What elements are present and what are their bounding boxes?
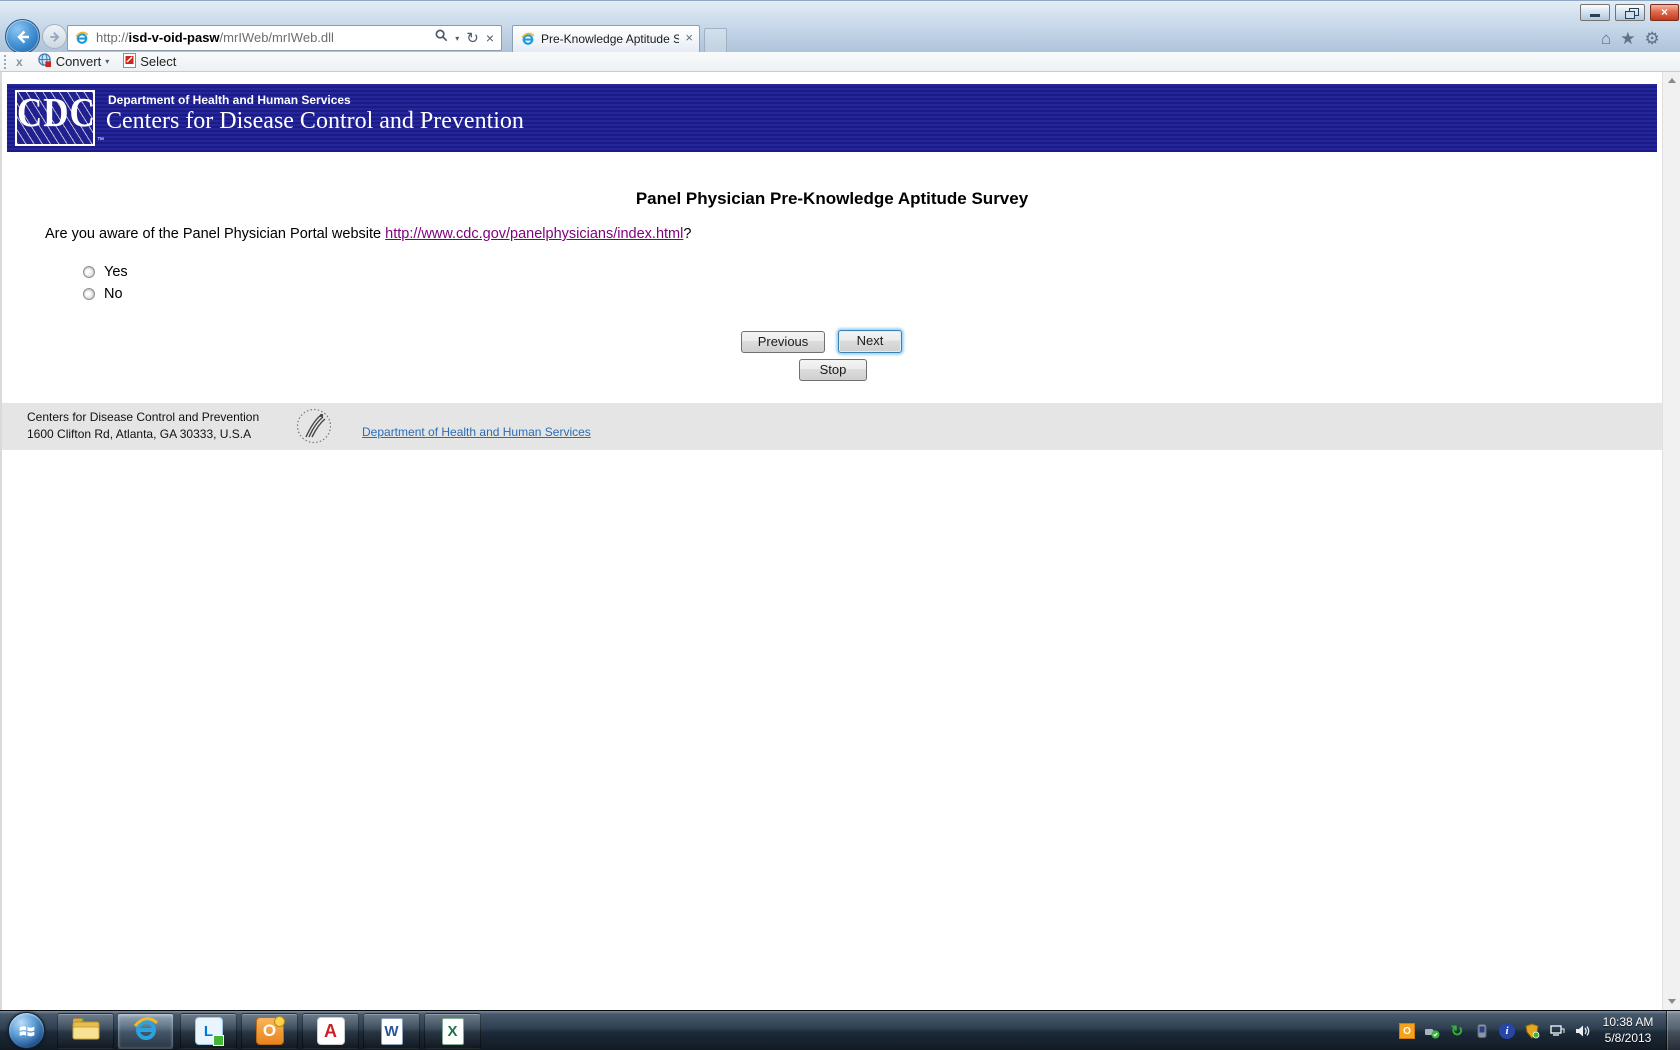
command-bar: x Convert ▾ Select xyxy=(0,52,1680,72)
window-close-button[interactable]: × xyxy=(1650,4,1679,21)
acrobat-reader-icon: A xyxy=(316,1017,345,1045)
back-button[interactable] xyxy=(5,19,40,54)
taskbar-word-button[interactable]: W xyxy=(363,1013,420,1049)
tray-usb-icon[interactable] xyxy=(1424,1023,1440,1039)
excel-icon: X xyxy=(441,1017,464,1045)
taskbar-ie-button[interactable] xyxy=(117,1013,174,1049)
explorer-folder-icon xyxy=(71,1016,101,1047)
tools-gear-icon[interactable]: ⚙ xyxy=(1645,29,1660,49)
page-footer: Centers for Disease Control and Preventi… xyxy=(2,403,1664,450)
next-button[interactable]: Next xyxy=(838,330,902,353)
home-icon[interactable]: ⌂ xyxy=(1601,29,1611,49)
select-button[interactable]: Select xyxy=(123,52,176,71)
radio-yes[interactable] xyxy=(83,266,95,278)
hhs-link[interactable]: Department of Health and Human Services xyxy=(362,425,591,439)
forward-button[interactable] xyxy=(42,24,67,49)
forward-arrow-icon xyxy=(43,25,66,48)
tray-outlook-icon[interactable]: O xyxy=(1399,1023,1415,1039)
tab-title: Pre-Knowledge Aptitude S... xyxy=(541,32,679,46)
option-no: No xyxy=(83,286,123,302)
select-document-icon xyxy=(123,52,137,71)
window-restore-button[interactable] xyxy=(1615,4,1645,21)
convert-dropdown-icon[interactable]: ▾ xyxy=(105,57,109,66)
trademark-symbol: ™ xyxy=(97,137,104,144)
tray-device-icon[interactable] xyxy=(1474,1023,1490,1039)
taskbar: L O A W X O ↻ i 10:38 AM 5/8/2013 xyxy=(0,1010,1680,1050)
previous-button[interactable]: Previous xyxy=(741,331,825,353)
system-tray: O ↻ i xyxy=(1340,1012,1590,1050)
hhs-eagle-logo xyxy=(294,406,334,451)
stop-icon[interactable]: × xyxy=(486,30,494,46)
footer-address: 1600 Clifton Rd, Atlanta, GA 30333, U.S.… xyxy=(27,427,252,441)
tray-info-icon[interactable]: i xyxy=(1499,1023,1515,1039)
search-dropdown-icon[interactable]: ▾ xyxy=(455,34,459,43)
show-desktop-button[interactable] xyxy=(1666,1011,1680,1050)
close-icon: × xyxy=(1660,5,1668,19)
stop-button[interactable]: Stop xyxy=(799,359,867,381)
url-text: http://isd-v-oid-pasw/mrIWeb/mrIWeb.dll xyxy=(96,30,334,45)
taskbar-acrobat-button[interactable]: A xyxy=(302,1013,359,1049)
taskbar-excel-button[interactable]: X xyxy=(424,1013,481,1049)
windows-flag-icon xyxy=(9,1013,44,1048)
convert-button[interactable]: Convert ▾ xyxy=(37,52,109,71)
outlook-icon: O xyxy=(255,1016,285,1045)
clock-time: 10:38 AM xyxy=(1602,1015,1654,1029)
footer-org: Centers for Disease Control and Preventi… xyxy=(27,410,260,424)
arrow-up-icon xyxy=(1667,78,1676,83)
taskbar-clock[interactable]: 10:38 AM 5/8/2013 xyxy=(1594,1014,1662,1046)
radio-no[interactable] xyxy=(83,288,95,300)
survey-question: Are you aware of the Panel Physician Por… xyxy=(45,226,692,242)
tray-volume-icon[interactable] xyxy=(1574,1023,1590,1039)
tray-shield-icon[interactable] xyxy=(1524,1023,1540,1039)
tab-close-icon[interactable]: × xyxy=(685,30,693,45)
refresh-icon[interactable]: ↻ xyxy=(466,29,479,47)
page-content: CDC ™ Department of Health and Human Ser… xyxy=(0,72,1664,1010)
scroll-up-button[interactable] xyxy=(1663,72,1680,89)
browser-chrome: × http://isd-v-oid-pasw/mrIWeb/mrIWeb.dl… xyxy=(0,0,1680,54)
taskbar-outlook-button[interactable]: O xyxy=(241,1013,298,1049)
tab-ie-favicon xyxy=(520,31,536,52)
header-organization: Centers for Disease Control and Preventi… xyxy=(106,108,524,134)
vertical-scrollbar[interactable] xyxy=(1662,72,1680,1010)
start-button[interactable] xyxy=(8,1012,45,1049)
option-no-label: No xyxy=(104,286,123,302)
browser-tab[interactable]: Pre-Knowledge Aptitude S... × xyxy=(512,25,700,53)
panel-physician-portal-link[interactable]: http://www.cdc.gov/panelphysicians/index… xyxy=(385,226,683,242)
lync-icon: L xyxy=(194,1017,224,1046)
search-icon[interactable] xyxy=(435,29,448,47)
window-minimize-button[interactable] xyxy=(1580,4,1610,21)
toolbar-close-button[interactable]: x xyxy=(16,55,23,69)
header-department: Department of Health and Human Services xyxy=(108,93,351,107)
toolbar-grip[interactable] xyxy=(4,54,6,69)
address-bar[interactable]: http://isd-v-oid-pasw/mrIWeb/mrIWeb.dll … xyxy=(67,25,502,51)
taskbar-explorer-button[interactable] xyxy=(57,1013,114,1049)
internet-explorer-icon xyxy=(131,1014,161,1049)
favorites-star-icon[interactable]: ★ xyxy=(1620,29,1635,49)
option-yes-label: Yes xyxy=(104,264,128,280)
clock-date: 5/8/2013 xyxy=(1604,1031,1652,1045)
back-arrow-icon xyxy=(6,20,39,53)
cdc-header-banner: CDC ™ Department of Health and Human Ser… xyxy=(7,84,1657,152)
scroll-down-button[interactable] xyxy=(1663,993,1680,1010)
ie-favicon xyxy=(74,30,90,51)
convert-globe-icon xyxy=(37,52,52,71)
new-tab-stub[interactable] xyxy=(704,28,727,53)
tray-sync-icon[interactable]: ↻ xyxy=(1449,1023,1465,1040)
minimize-icon xyxy=(1590,14,1600,17)
option-yes: Yes xyxy=(83,264,128,280)
word-icon: W xyxy=(380,1017,403,1045)
page-title: Panel Physician Pre-Knowledge Aptitude S… xyxy=(635,189,1029,208)
taskbar-lync-button[interactable]: L xyxy=(180,1013,237,1049)
screen: × http://isd-v-oid-pasw/mrIWeb/mrIWeb.dl… xyxy=(0,0,1680,1050)
cdc-logo: CDC xyxy=(15,90,95,146)
arrow-down-icon xyxy=(1667,999,1676,1004)
tray-network-icon[interactable] xyxy=(1549,1023,1565,1039)
